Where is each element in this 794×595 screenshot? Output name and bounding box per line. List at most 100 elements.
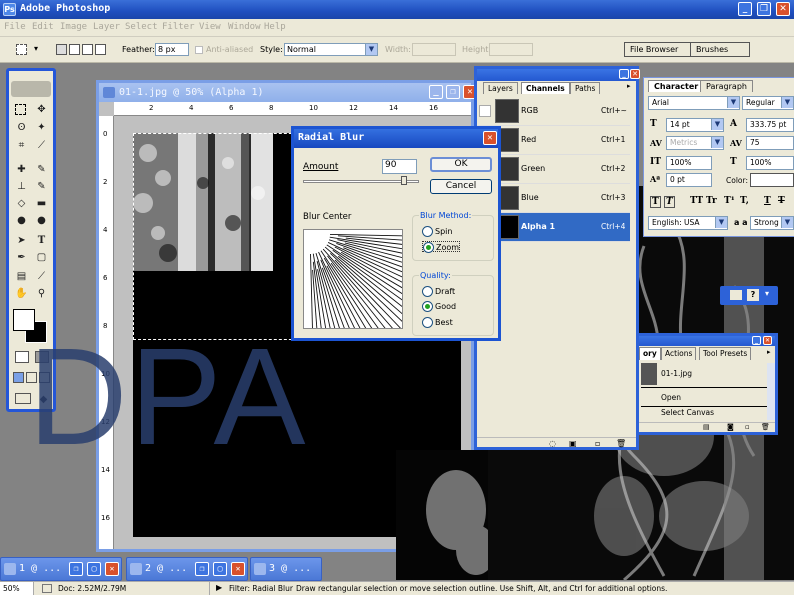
tool-preset-arrow-icon[interactable]: ▾ [34,44,38,53]
hand-tool-icon[interactable]: ✋ [15,287,28,300]
menu-window[interactable]: Window [228,22,261,32]
chevron-down-icon[interactable]: ▾ [765,289,769,298]
strikethrough-button[interactable]: T [778,196,785,206]
palette-minimize-button[interactable]: _ [619,69,629,79]
new-snapshot-icon[interactable]: ◙ [727,423,734,431]
tab-tool-presets[interactable]: Tool Presets [699,347,752,360]
font-style-select[interactable]: Regular ▼ [742,96,794,110]
palette-minimize-button[interactable]: _ [752,336,761,345]
dodge-tool-icon[interactable]: ● [35,214,48,227]
tab-file-browser[interactable]: File Browser [624,42,691,57]
amount-input[interactable]: 90 [382,159,417,174]
history-brush-icon[interactable]: ✎ [35,180,48,193]
new-selection-icon[interactable] [56,44,67,55]
new-document-icon[interactable]: ▤ [703,423,710,431]
antialias-checkbox[interactable] [195,46,203,54]
minimized-window-1[interactable]: 1 @ ... ❐ ▢ ✕ [0,557,122,581]
amount-slider-thumb[interactable] [401,176,407,185]
faux-italic-button[interactable]: T [664,196,675,208]
close-button[interactable]: ✕ [776,2,790,16]
tab-brushes[interactable]: Brushes [690,42,750,57]
blur-center-preview[interactable] [303,229,403,329]
brush-tool-icon[interactable]: ✎ [35,163,48,176]
font-family-select[interactable]: Arial ▼ [648,96,740,110]
doc-minimize-button[interactable]: _ [429,85,443,99]
menu-view[interactable]: View [199,22,221,32]
kerning-select[interactable]: Metrics ▼ [666,136,724,150]
new-state-icon[interactable]: ▫ [745,423,750,431]
eraser-tool-icon[interactable]: ◇ [15,197,28,210]
vertical-scale-input[interactable]: 100% [666,156,712,170]
path-selection-icon[interactable]: ➤ [15,234,28,247]
history-step[interactable]: Open [641,392,767,403]
healing-brush-icon[interactable]: ✚ [15,163,28,176]
magic-wand-icon[interactable]: ✦ [35,121,48,134]
crop-tool-icon[interactable]: ⌗ [15,139,28,152]
palette-header[interactable]: _ ✕ [639,336,775,346]
dialog-close-button[interactable]: ✕ [483,131,497,145]
antialias-select[interactable]: Strong ▼ [750,216,794,230]
zoom-tool-icon[interactable]: ⚲ [35,287,48,300]
trash-icon[interactable]: 🗑 [761,423,770,431]
best-radio[interactable]: Best [422,317,453,328]
menu-file[interactable]: File [4,22,26,32]
text-color-swatch[interactable] [750,173,794,187]
channel-row-rgb[interactable]: RGB Ctrl+~ [477,97,630,126]
standard-screen-icon[interactable] [13,372,24,383]
status-menu-arrow-icon[interactable]: ▶ [216,583,222,592]
leading-input[interactable]: 333.75 pt [746,118,794,132]
height-input[interactable] [489,43,533,56]
palette-close-button[interactable]: ✕ [630,69,640,79]
pen-tool-icon[interactable]: ✒ [15,251,28,264]
palette-menu-arrow-icon[interactable]: ▸ [627,82,631,90]
maximize-button[interactable]: ▢ [87,562,101,576]
type-tool-icon[interactable]: T [35,234,48,247]
rectangular-marquee-icon[interactable] [15,104,26,115]
tab-actions[interactable]: Actions [661,347,697,360]
all-caps-button[interactable]: TT [690,196,703,206]
standard-mode-icon[interactable] [15,351,29,363]
add-selection-icon[interactable] [69,44,80,55]
tab-paths[interactable]: Paths [570,82,601,94]
minimized-window-2[interactable]: 2 @ ... ❐ ▢ ✕ [126,557,248,581]
zoom-level[interactable]: 50% [0,582,34,595]
clone-stamp-icon[interactable]: ⊥ [15,180,28,193]
maximize-button[interactable]: ❐ [757,2,771,16]
rectangle-tool-icon[interactable]: ▢ [35,251,48,264]
notes-tool-icon[interactable]: ▤ [15,270,28,283]
eye-icon[interactable] [479,105,491,117]
draft-radio[interactable]: Draft [422,286,455,297]
blur-tool-icon[interactable]: ● [15,214,28,227]
marquee-tool-icon[interactable] [16,44,27,55]
restore-button[interactable]: ❐ [195,562,209,576]
language-select[interactable]: English: USA ▼ [648,216,728,230]
eyedropper-icon[interactable]: ⟋ [35,270,48,283]
menu-layer[interactable]: Layer [93,22,120,32]
load-selection-icon[interactable]: ◌ [549,439,556,448]
move-tool-icon[interactable]: ✥ [35,103,48,116]
palette-header[interactable]: _ ✕ [477,69,640,81]
history-step[interactable]: Select Canvas [641,406,767,417]
tab-character[interactable]: Character [648,80,705,92]
restore-button[interactable]: ❐ [69,562,83,576]
menu-edit[interactable]: Edit [32,22,54,32]
palette-icon[interactable] [730,290,742,300]
menu-select[interactable]: Select [125,22,158,32]
menu-image[interactable]: Image [60,22,87,32]
superscript-button[interactable]: T¹ [724,196,735,206]
history-snapshot[interactable]: 01-1.jpg [641,368,767,379]
minimize-button[interactable]: _ [738,2,752,16]
baseline-shift-input[interactable]: 0 pt [666,173,712,187]
doc-maximize-button[interactable]: ❐ [446,85,460,99]
intersect-selection-icon[interactable] [95,44,106,55]
palette-menu-arrow-icon[interactable]: ▸ [767,348,771,356]
close-button[interactable]: ✕ [231,562,245,576]
style-select[interactable]: Normal ▼ [284,43,378,56]
spin-radio[interactable]: Spin [422,226,452,237]
lasso-tool-icon[interactable]: ʘ [15,121,28,134]
zoom-radio[interactable]: Zoom [422,241,461,253]
menu-help[interactable]: Help [264,22,286,32]
subscript-button[interactable]: T, [740,196,749,206]
foreground-color-swatch[interactable] [13,309,35,331]
width-input[interactable] [412,43,456,56]
